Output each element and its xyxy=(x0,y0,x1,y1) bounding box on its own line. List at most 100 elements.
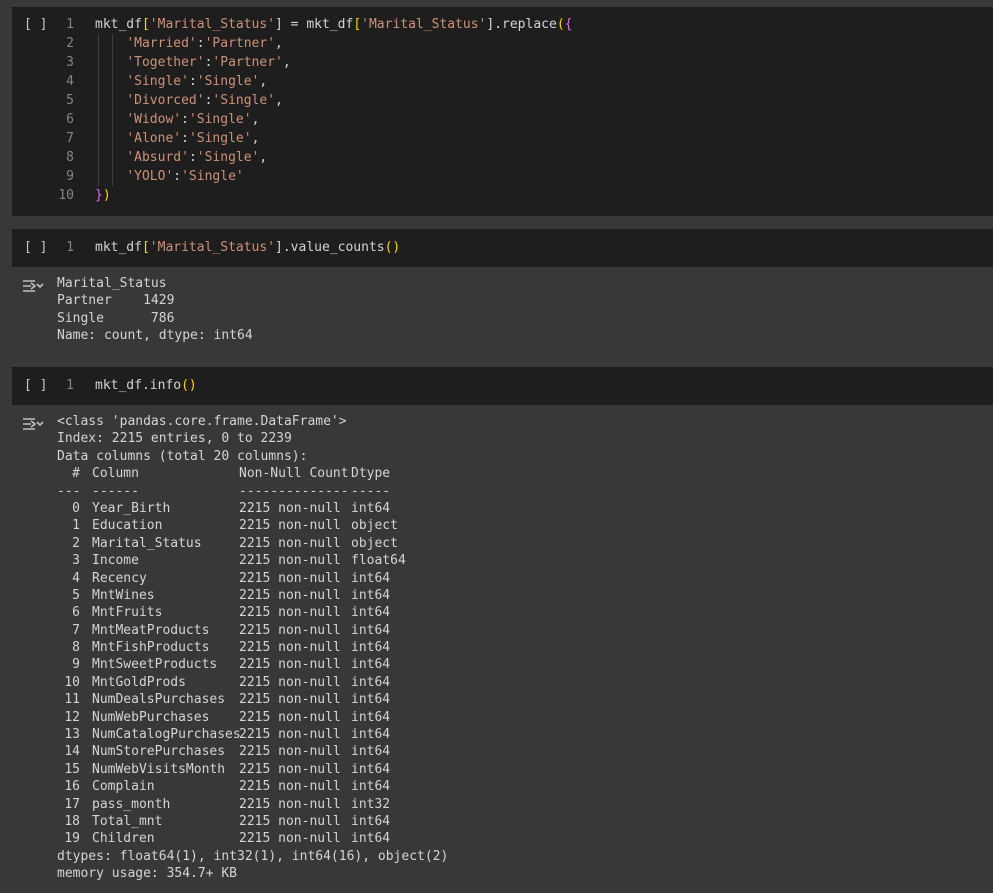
non-null-count: 2215 non-null xyxy=(239,500,341,516)
bracket-token: [ xyxy=(353,17,362,32)
code-line: 1 mkt_df['Marital_Status'].value_counts() xyxy=(12,238,712,257)
info-table-row: 1 Education 2215 non-null object xyxy=(57,517,448,534)
output-line: Single 786 xyxy=(57,310,175,326)
info-table-row: 3 Income 2215 non-null float64 xyxy=(57,552,448,569)
info-table-row: 12 NumWebPurchases 2215 non-null int64 xyxy=(57,709,448,726)
code-text: 'Widow':'Single', xyxy=(95,110,259,129)
non-null-count: 2215 non-null xyxy=(239,674,341,690)
bracket-token: [ xyxy=(141,17,150,32)
code-token: , xyxy=(251,112,260,127)
non-null-count: 2215 non-null xyxy=(239,570,341,586)
column-index: 4 xyxy=(72,570,80,586)
column-index: 2 xyxy=(72,535,80,551)
code-token: , xyxy=(275,36,283,51)
non-null-count: Non-Null Count xyxy=(239,466,349,482)
code-cell-1[interactable]: [ ] 1 mkt_df['Marital_Status'] = mkt_df['… xyxy=(12,7,993,216)
column-dtype: int64 xyxy=(351,640,391,656)
info-table-row: 16 Complain 2215 non-null int64 xyxy=(57,778,448,795)
code-cell-3[interactable]: [ ] 1 mkt_df.info() xyxy=(12,367,993,405)
column-index: 11 xyxy=(64,692,80,708)
column-dtype: int64 xyxy=(351,813,391,829)
output-toggle-icon[interactable] xyxy=(22,277,44,295)
code-line: 1 mkt_df['Marital_Status'] = mkt_df['Mari… xyxy=(12,15,712,34)
column-index: 13 xyxy=(64,727,80,743)
output-line: Partner 1429 xyxy=(57,293,175,309)
code-token: .value_counts xyxy=(282,240,385,255)
code-text: 'Absurd':'Single', xyxy=(95,148,267,167)
column-name: Total_mnt xyxy=(92,813,163,829)
code-line: 9 'YOLO':'Single' xyxy=(12,167,712,186)
column-name: NumStorePurchases xyxy=(92,744,226,760)
column-dtype: int64 xyxy=(351,587,391,603)
info-table-row: 10 MntGoldProds 2215 non-null int64 xyxy=(57,674,448,691)
output-line: Data columns (total 20 columns): xyxy=(57,448,308,464)
column-dtype: int32 xyxy=(351,796,391,812)
bracket-token: { xyxy=(564,17,573,32)
code-line: 4 'Single':'Single', xyxy=(12,72,712,91)
string-token: 'Single' xyxy=(126,74,189,89)
column-name: Income xyxy=(92,553,139,569)
code-token: : xyxy=(188,74,197,89)
code-token: : xyxy=(181,131,189,146)
line-number: 1 xyxy=(66,17,74,32)
column-index: 15 xyxy=(64,761,80,777)
info-table-row: 15 NumWebVisitsMonth 2215 non-null int64 xyxy=(57,761,448,778)
non-null-count: 2215 non-null xyxy=(239,605,341,621)
non-null-count: 2215 non-null xyxy=(239,761,341,777)
non-null-count: 2215 non-null xyxy=(239,692,341,708)
code-token: : xyxy=(181,112,189,127)
column-index: 18 xyxy=(64,813,80,829)
non-null-count: 2215 non-null xyxy=(239,587,341,603)
string-token: 'Single' xyxy=(188,131,252,146)
code-cell-2[interactable]: [ ] 1 mkt_df['Marital_Status'].value_coun… xyxy=(12,229,993,267)
column-dtype: object xyxy=(351,518,398,534)
column-index: 6 xyxy=(72,605,80,621)
string-token: 'Single' xyxy=(188,112,252,127)
column-dtype: ----- xyxy=(351,483,391,499)
non-null-count: -------------- xyxy=(239,483,349,499)
column-dtype: int64 xyxy=(351,622,391,638)
non-null-count: 2215 non-null xyxy=(239,709,341,725)
line-number: 9 xyxy=(66,169,74,184)
line-number: 3 xyxy=(66,55,74,70)
string-token: 'Marital_Status' xyxy=(361,17,487,32)
info-table-row: 5 MntWines 2215 non-null int64 xyxy=(57,587,448,604)
column-dtype: float64 xyxy=(351,553,406,569)
column-name: NumDealsPurchases xyxy=(92,692,226,708)
string-token: 'Married' xyxy=(126,36,197,51)
column-index: 17 xyxy=(64,796,80,812)
non-null-count: 2215 non-null xyxy=(239,779,341,795)
code-line: 6 'Widow':'Single', xyxy=(12,110,712,129)
column-name: Column xyxy=(92,466,139,482)
code-token: : xyxy=(196,36,205,51)
string-token: 'Alone' xyxy=(126,131,182,146)
column-index: 7 xyxy=(72,622,80,638)
bracket-token: [ xyxy=(141,240,150,255)
line-number: 8 xyxy=(66,150,74,165)
bracket-token: ) xyxy=(102,188,111,203)
code-text: mkt_df['Marital_Status'].value_counts() xyxy=(95,238,400,257)
non-null-count: 2215 non-null xyxy=(239,535,341,551)
column-index: 16 xyxy=(64,779,80,795)
column-name: NumWebVisitsMonth xyxy=(92,761,226,777)
column-dtype: int64 xyxy=(351,831,391,847)
column-name: Year_Birth xyxy=(92,500,171,516)
column-index: 12 xyxy=(64,709,80,725)
code-token: mkt_df.info xyxy=(95,378,182,393)
column-index: 8 xyxy=(72,640,80,656)
column-name: MntSweetProducts xyxy=(92,657,218,673)
column-index: 10 xyxy=(64,674,80,690)
info-table-row: 7 MntMeatProducts 2215 non-null int64 xyxy=(57,622,448,639)
line-number: 2 xyxy=(66,36,74,51)
string-token: 'Divorced' xyxy=(126,93,205,108)
output-line: dtypes: float64(1), int32(1), int64(16),… xyxy=(57,848,449,864)
line-number: 10 xyxy=(58,188,74,203)
non-null-count: 2215 non-null xyxy=(239,831,341,847)
output-toggle-icon[interactable] xyxy=(22,415,44,433)
column-dtype: int64 xyxy=(351,674,391,690)
